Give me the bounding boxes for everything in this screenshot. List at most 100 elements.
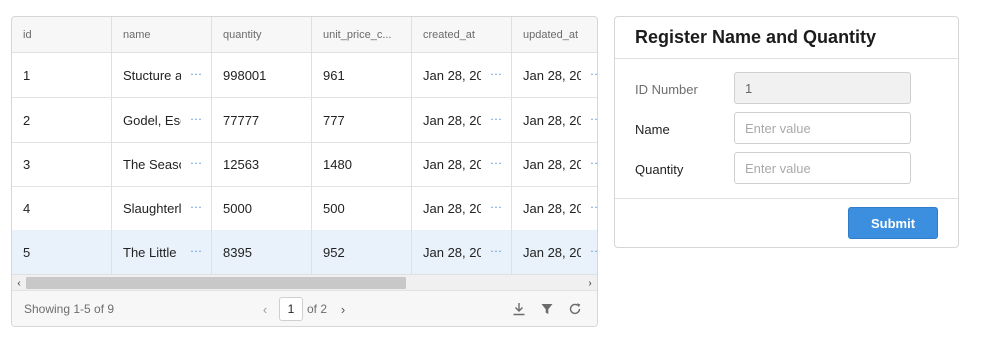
scrollbar-thumb[interactable] bbox=[26, 277, 406, 289]
cell-updated-at[interactable]: Jan 28, 20 ··· bbox=[512, 142, 597, 186]
more-icon[interactable]: ··· bbox=[590, 113, 597, 125]
form-footer-divider bbox=[615, 198, 958, 199]
cell-text: 4 bbox=[23, 200, 31, 216]
previous-page-icon[interactable]: ‹ bbox=[257, 302, 273, 317]
name-label: Name bbox=[635, 122, 670, 137]
register-form: Register Name and Quantity ID Number 1 N… bbox=[614, 16, 959, 248]
more-icon[interactable]: ··· bbox=[590, 68, 597, 80]
cell-text: Jan 28, 20 bbox=[523, 67, 581, 83]
cell-id[interactable]: 3 bbox=[12, 142, 112, 186]
more-icon[interactable]: ··· bbox=[590, 201, 597, 213]
cell-text: Jan 28, 20 bbox=[423, 200, 481, 216]
column-header-label: id bbox=[23, 28, 32, 41]
column-header-label: updated_at bbox=[523, 28, 579, 41]
cell-text: 998001 bbox=[223, 67, 267, 83]
submit-button[interactable]: Submit bbox=[848, 207, 938, 239]
column-header-name[interactable]: name bbox=[112, 17, 212, 52]
cell-updated-at[interactable]: Jan 28, 20 ··· bbox=[512, 230, 597, 274]
scroll-right-arrow-icon[interactable]: › bbox=[583, 275, 597, 291]
cell-unit-price[interactable]: 777 bbox=[312, 98, 412, 142]
cell-name[interactable]: Slaughterl ··· bbox=[112, 186, 212, 230]
table-row[interactable]: 2 Godel, Esc ··· 77777 777 Jan 28, 20 ··· … bbox=[12, 98, 597, 143]
cell-unit-price[interactable]: 961 bbox=[312, 53, 412, 97]
cell-name[interactable]: The Little ··· bbox=[112, 230, 212, 274]
next-page-icon[interactable]: › bbox=[335, 302, 351, 317]
cell-text: Godel, Esc bbox=[123, 112, 181, 128]
cell-id[interactable]: 5 bbox=[12, 230, 112, 274]
more-icon[interactable]: ··· bbox=[490, 113, 502, 125]
more-icon[interactable]: ··· bbox=[190, 245, 202, 257]
more-icon[interactable]: ··· bbox=[490, 245, 502, 257]
cell-quantity[interactable]: 77777 bbox=[212, 98, 312, 142]
cell-text: Jan 28, 20 bbox=[523, 244, 581, 260]
cell-text: 500 bbox=[323, 200, 345, 216]
cell-created-at[interactable]: Jan 28, 20 ··· bbox=[412, 230, 512, 274]
more-icon[interactable]: ··· bbox=[190, 157, 202, 169]
column-header-label: unit_price_c... bbox=[323, 28, 392, 41]
table-footer: Showing 1-5 of 9 ‹ 1 of 2 › bbox=[12, 290, 597, 326]
cell-unit-price[interactable]: 952 bbox=[312, 230, 412, 274]
cell-created-at[interactable]: Jan 28, 20 ··· bbox=[412, 186, 512, 230]
download-icon[interactable] bbox=[511, 301, 527, 317]
name-field[interactable] bbox=[734, 112, 911, 144]
more-icon[interactable]: ··· bbox=[590, 245, 597, 257]
cell-unit-price[interactable]: 500 bbox=[312, 186, 412, 230]
cell-text: 3 bbox=[23, 156, 31, 172]
filter-icon[interactable] bbox=[539, 301, 555, 317]
id-number-field: 1 bbox=[734, 72, 911, 104]
more-icon[interactable]: ··· bbox=[590, 157, 597, 169]
column-header-id[interactable]: id bbox=[12, 17, 112, 52]
cell-updated-at[interactable]: Jan 28, 20 ··· bbox=[512, 53, 597, 97]
cell-text: 952 bbox=[323, 244, 345, 260]
cell-unit-price[interactable]: 1480 bbox=[312, 142, 412, 186]
scroll-left-arrow-icon[interactable]: ‹ bbox=[12, 275, 26, 291]
cell-created-at[interactable]: Jan 28, 20 ··· bbox=[412, 98, 512, 142]
cell-id[interactable]: 2 bbox=[12, 98, 112, 142]
column-header-quantity[interactable]: quantity bbox=[212, 17, 312, 52]
cell-quantity[interactable]: 12563 bbox=[212, 142, 312, 186]
cell-id[interactable]: 1 bbox=[12, 53, 112, 97]
row-count-text: Showing 1-5 of 9 bbox=[24, 302, 115, 316]
table-row[interactable]: 3 The Seasc ··· 12563 1480 Jan 28, 20 ··· … bbox=[12, 142, 597, 187]
cell-created-at[interactable]: Jan 28, 20 ··· bbox=[412, 53, 512, 97]
cell-text: Jan 28, 20 bbox=[523, 156, 581, 172]
more-icon[interactable]: ··· bbox=[190, 113, 202, 125]
quantity-label: Quantity bbox=[635, 162, 684, 177]
page-number-input[interactable]: 1 bbox=[279, 297, 303, 321]
more-icon[interactable]: ··· bbox=[490, 68, 502, 80]
cell-name[interactable]: Godel, Esc ··· bbox=[112, 98, 212, 142]
column-header-label: created_at bbox=[423, 28, 475, 41]
cell-created-at[interactable]: Jan 28, 20 ··· bbox=[412, 142, 512, 186]
table-row[interactable]: 4 Slaughterl ··· 5000 500 Jan 28, 20 ··· J… bbox=[12, 186, 597, 231]
data-table: id name quantity unit_price_c... created… bbox=[11, 16, 598, 327]
cell-quantity[interactable]: 998001 bbox=[212, 53, 312, 97]
more-icon[interactable]: ··· bbox=[190, 68, 202, 80]
cell-text: 2 bbox=[23, 112, 31, 128]
refresh-icon[interactable] bbox=[567, 301, 583, 317]
table-row-selected[interactable]: 5 The Little ··· 8395 952 Jan 28, 20 ··· J… bbox=[12, 230, 597, 274]
pagination: ‹ 1 of 2 › bbox=[257, 297, 351, 321]
column-header-unit-price[interactable]: unit_price_c... bbox=[312, 17, 412, 52]
table-row[interactable]: 1 Stucture a ··· 998001 961 Jan 28, 20 ···… bbox=[12, 53, 597, 98]
horizontal-scrollbar[interactable]: ‹ › bbox=[12, 274, 597, 290]
cell-updated-at[interactable]: Jan 28, 20 ··· bbox=[512, 98, 597, 142]
column-header-label: quantity bbox=[223, 28, 262, 41]
more-icon[interactable]: ··· bbox=[490, 157, 502, 169]
page-total-text: of 2 bbox=[307, 302, 328, 316]
cell-text: Stucture a bbox=[123, 67, 181, 83]
column-header-updated-at[interactable]: updated_at bbox=[512, 17, 597, 52]
column-header-created-at[interactable]: created_at bbox=[412, 17, 512, 52]
cell-id[interactable]: 4 bbox=[12, 186, 112, 230]
cell-name[interactable]: The Seasc ··· bbox=[112, 142, 212, 186]
more-icon[interactable]: ··· bbox=[190, 201, 202, 213]
cell-text: Jan 28, 20 bbox=[523, 112, 581, 128]
cell-quantity[interactable]: 5000 bbox=[212, 186, 312, 230]
table-grid: id name quantity unit_price_c... created… bbox=[12, 17, 597, 274]
cell-updated-at[interactable]: Jan 28, 20 ··· bbox=[512, 186, 597, 230]
cell-quantity[interactable]: 8395 bbox=[212, 230, 312, 274]
column-header-label: name bbox=[123, 28, 151, 41]
quantity-field[interactable] bbox=[734, 152, 911, 184]
more-icon[interactable]: ··· bbox=[490, 201, 502, 213]
cell-name[interactable]: Stucture a ··· bbox=[112, 53, 212, 97]
cell-text: 8395 bbox=[223, 244, 252, 260]
